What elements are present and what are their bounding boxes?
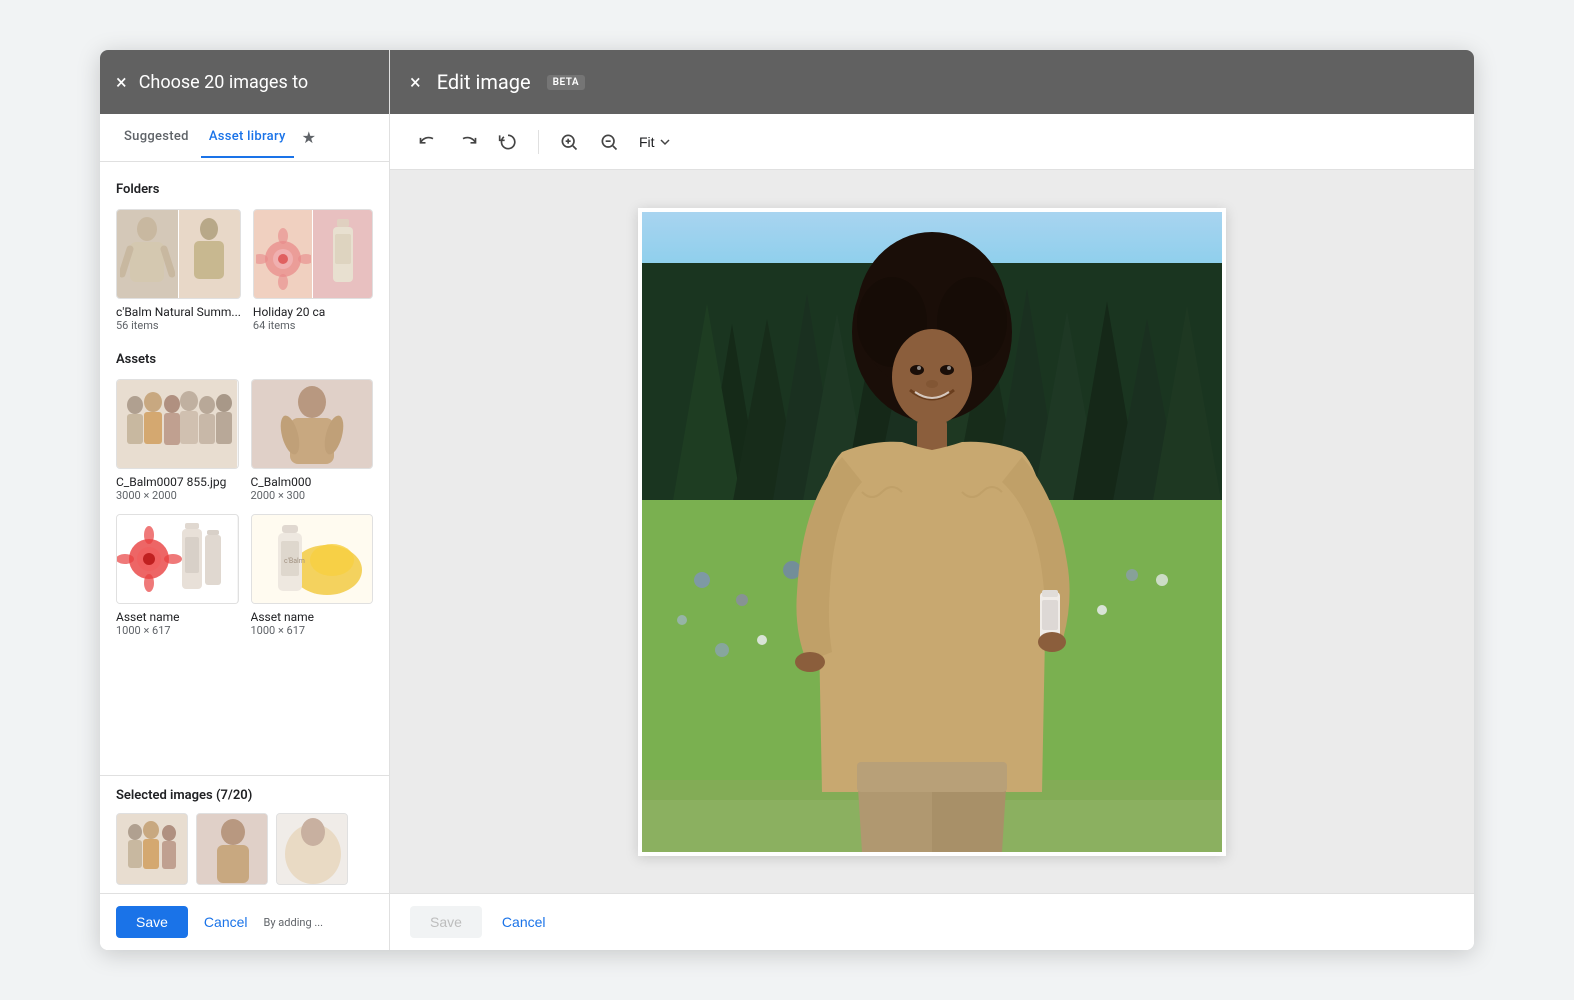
folder-item-1[interactable]: c'Balm Natural Summ... 56 items <box>116 209 241 332</box>
left-panel: × Choose 20 images to Suggested Asset li… <box>100 50 390 950</box>
right-footer: Save Cancel <box>390 893 1474 950</box>
flower-icon-1 <box>256 214 311 294</box>
assets-label: Assets <box>116 352 373 367</box>
folder-name-1: c'Balm Natural Summ... <box>116 305 241 319</box>
folder-item-2[interactable]: Holiday 20 ca 64 items <box>253 209 373 332</box>
fit-label: Fit <box>639 134 655 150</box>
folder-person-icon-2 <box>182 214 237 294</box>
asset-thumb-2 <box>251 379 374 469</box>
right-save-button[interactable]: Save <box>410 906 482 938</box>
zoom-in-button[interactable] <box>551 124 587 160</box>
assets-grid: C_Balm0007 855.jpg 3000 × 2000 <box>116 379 373 637</box>
left-close-icon[interactable]: × <box>116 72 127 92</box>
asset-product-flower-icon <box>117 515 237 603</box>
left-tabs: Suggested Asset library ★ <box>100 114 389 162</box>
undo-icon <box>418 132 438 152</box>
right-header: × Edit image BETA <box>390 50 1474 114</box>
folder-count-2: 64 items <box>253 319 373 332</box>
right-panel-title: Edit image <box>437 70 531 94</box>
asset-thumb-4: c'Balm <box>251 514 374 604</box>
footer-note: By adding ... <box>264 916 373 929</box>
folders-grid: c'Balm Natural Summ... 56 items <box>116 209 373 332</box>
chevron-down-icon <box>659 136 671 148</box>
asset-dims-3: 1000 × 617 <box>116 624 239 637</box>
selected-thumb-1 <box>116 813 188 885</box>
left-header: × Choose 20 images to <box>100 50 389 114</box>
left-save-button[interactable]: Save <box>116 906 188 938</box>
main-image-wrapper <box>638 208 1226 856</box>
asset-name-2: C_Balm000 <box>251 475 374 489</box>
tab-suggested[interactable]: Suggested <box>116 117 197 158</box>
zoom-out-icon <box>599 132 619 152</box>
left-content: Folders <box>100 162 389 775</box>
folders-label: Folders <box>116 182 373 197</box>
main-image <box>642 212 1222 852</box>
beta-badge: BETA <box>547 75 585 90</box>
person-svg <box>762 212 1102 852</box>
folder-thumb-left-2 <box>254 210 314 298</box>
asset-woman-icon <box>252 380 372 468</box>
asset-name-3: Asset name <box>116 610 239 624</box>
toolbar-divider <box>538 130 539 154</box>
right-cancel-button[interactable]: Cancel <box>498 906 550 938</box>
reset-icon <box>498 132 518 152</box>
asset-item-3[interactable]: Asset name 1000 × 617 <box>116 514 239 637</box>
folder-thumb-left-1 <box>117 210 179 298</box>
edit-toolbar: Fit <box>390 114 1474 170</box>
redo-icon <box>458 132 478 152</box>
product-icon-1 <box>323 214 363 294</box>
left-footer: Save Cancel By adding ... <box>100 893 389 950</box>
selected-thumb-3 <box>276 813 348 885</box>
asset-thumb-1 <box>116 379 239 469</box>
fit-button[interactable]: Fit <box>631 130 679 154</box>
selected-thumb-2 <box>196 813 268 885</box>
folder-thumb-right-2 <box>313 210 372 298</box>
asset-item-2[interactable]: C_Balm000 2000 × 300 <box>251 379 374 502</box>
undo-button[interactable] <box>410 124 446 160</box>
zoom-in-icon <box>559 132 579 152</box>
selected-thumbs <box>116 813 373 885</box>
right-close-icon[interactable]: × <box>410 70 421 94</box>
zoom-out-button[interactable] <box>591 124 627 160</box>
selected-thumb-icon-1 <box>117 814 188 885</box>
selected-thumb-icon-2 <box>197 814 268 885</box>
selected-section: Selected images (7/20) <box>100 775 389 893</box>
asset-item-4[interactable]: c'Balm Asset name 1000 × 617 <box>251 514 374 637</box>
svg-text:c'Balm: c'Balm <box>284 557 305 565</box>
folder-thumb-right-1 <box>179 210 240 298</box>
asset-dims-4: 1000 × 617 <box>251 624 374 637</box>
asset-product-yellow-icon: c'Balm <box>252 515 372 603</box>
left-panel-title: Choose 20 images to <box>139 72 309 93</box>
redo-button[interactable] <box>450 124 486 160</box>
edit-canvas <box>390 170 1474 893</box>
tab-asset-library[interactable]: Asset library <box>201 117 294 158</box>
selected-label: Selected images (7/20) <box>116 788 373 803</box>
asset-thumb-3 <box>116 514 239 604</box>
asset-name-1: C_Balm0007 855.jpg <box>116 475 239 489</box>
folder-person-icon-1 <box>120 214 175 294</box>
folder-thumb-2 <box>253 209 373 299</box>
asset-dims-1: 3000 × 2000 <box>116 489 239 502</box>
star-icon[interactable]: ★ <box>302 128 316 147</box>
asset-people-icon <box>117 380 237 468</box>
folder-count-1: 56 items <box>116 319 241 332</box>
asset-name-4: Asset name <box>251 610 374 624</box>
asset-item-1[interactable]: C_Balm0007 855.jpg 3000 × 2000 <box>116 379 239 502</box>
asset-dims-2: 2000 × 300 <box>251 489 374 502</box>
folder-thumb-1 <box>116 209 241 299</box>
left-cancel-button[interactable]: Cancel <box>200 906 252 938</box>
right-panel: × Edit image BETA <box>390 50 1474 950</box>
reset-button[interactable] <box>490 124 526 160</box>
folder-name-2: Holiday 20 ca <box>253 305 373 319</box>
selected-thumb-icon-3 <box>277 814 348 885</box>
